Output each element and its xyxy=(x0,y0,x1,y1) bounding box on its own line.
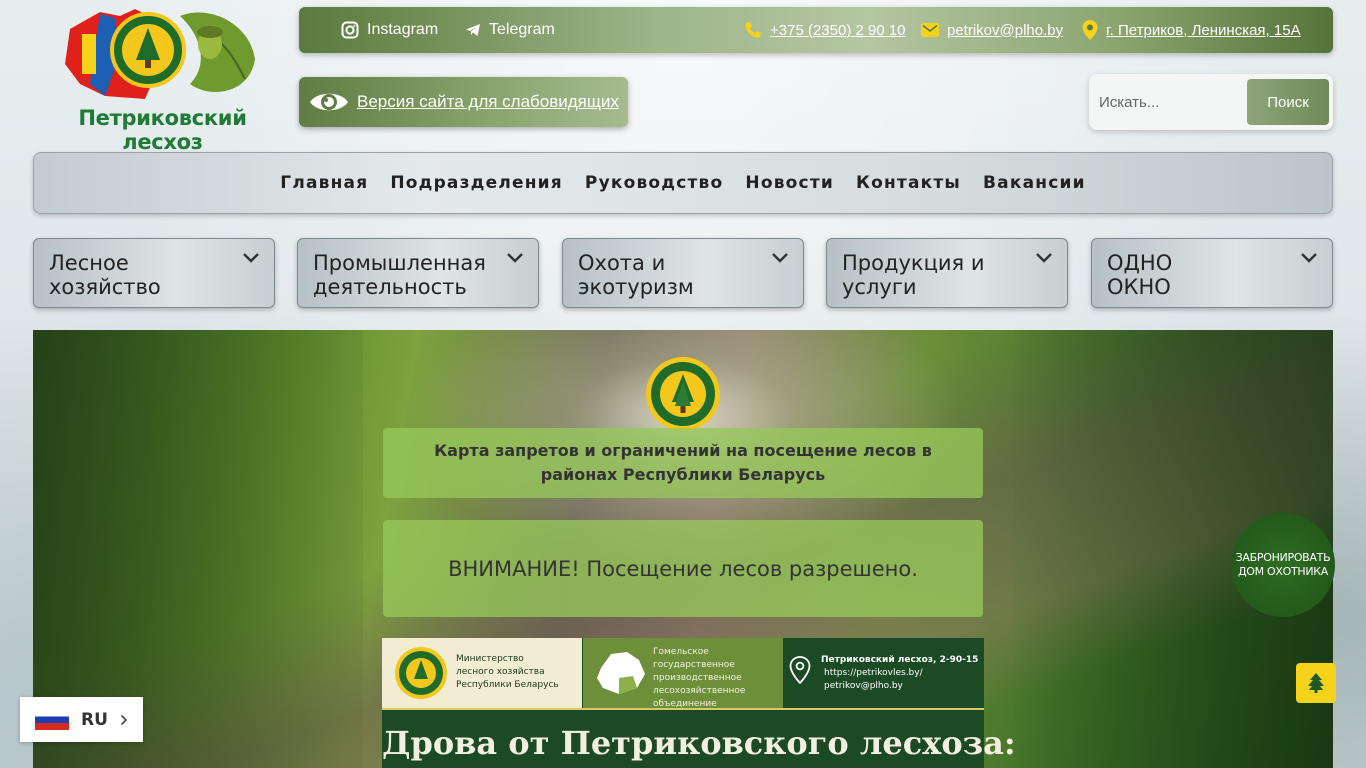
category-forestry[interactable]: Лесное хозяйство xyxy=(33,238,275,308)
scroll-to-top-button[interactable] xyxy=(1296,663,1336,703)
phone-link[interactable]: +375 (2350) 2 90 10 xyxy=(770,22,906,39)
low-vision-label: Версия сайта для слабовидящих xyxy=(357,92,619,111)
category-industry[interactable]: Промышленная деятельность xyxy=(297,238,539,308)
belarus-map-icon xyxy=(597,652,645,694)
banner-ministry-text: Министерство лесного хозяйства Республик… xyxy=(456,654,559,690)
russia-flag-icon xyxy=(35,709,69,730)
banner-header: Министерство лесного хозяйства Республик… xyxy=(382,638,984,710)
nav-item-contacts[interactable]: Контакты xyxy=(856,173,961,193)
mail-icon xyxy=(921,23,939,37)
hero-section: Карта запретов и ограничений на посещени… xyxy=(33,330,1333,768)
banner-association-block: Гомельское государственное производствен… xyxy=(583,638,783,709)
search-input[interactable] xyxy=(1099,88,1239,116)
phone-icon xyxy=(744,21,762,39)
email-link[interactable]: petrikov@plho.by xyxy=(947,22,1063,39)
category-label: Охота и экотуризм xyxy=(578,251,694,299)
nav-item-divisions[interactable]: Подразделения xyxy=(390,173,563,193)
category-hunting[interactable]: Охота и экотуризм xyxy=(562,238,804,308)
address-link[interactable]: г. Петриков, Ленинская, 15А xyxy=(1106,22,1301,39)
language-code: RU xyxy=(81,709,108,730)
chevron-down-icon xyxy=(771,251,789,269)
banner-divider xyxy=(382,708,984,710)
banner-contact-block: Петриковский лесхоз, 2-90-15 https://pet… xyxy=(784,638,984,708)
email-contact[interactable]: petrikov@plho.by xyxy=(921,7,1063,53)
site-name: Петриковский лесхоз xyxy=(78,106,247,154)
address-contact[interactable]: г. Петриков, Ленинская, 15А xyxy=(1082,7,1301,53)
banner-ministry-block: Министерство лесного хозяйства Республик… xyxy=(382,638,582,708)
book-hunter-house-button[interactable]: ЗАБРОНИРОВАТЬ ДОМ ОХОТНИКА xyxy=(1231,513,1335,617)
eye-icon xyxy=(309,88,349,116)
phone-contact[interactable]: +375 (2350) 2 90 10 xyxy=(744,7,906,53)
category-menu: Лесное хозяйство Промышленная деятельнос… xyxy=(33,238,1333,308)
search-button[interactable]: Поиск xyxy=(1247,79,1329,125)
instagram-icon xyxy=(341,21,359,39)
nav-item-news[interactable]: Новости xyxy=(745,173,834,193)
contact-bar: Instagram Telegram +375 (2350) 2 90 10 p… xyxy=(299,7,1333,53)
telegram-label: Telegram xyxy=(489,21,555,38)
instagram-link[interactable]: Instagram xyxy=(341,7,438,53)
nav-item-home[interactable]: Главная xyxy=(280,173,368,193)
logo-emblem xyxy=(65,9,255,99)
category-products[interactable]: Продукция и услуги xyxy=(826,238,1068,308)
site-logo[interactable]: Петриковский лесхоз xyxy=(40,4,285,154)
chevron-down-icon xyxy=(1300,251,1318,269)
nav-item-management[interactable]: Руководство xyxy=(585,173,724,193)
firewood-banner[interactable]: Министерство лесного хозяйства Республик… xyxy=(382,638,1016,768)
category-one-window[interactable]: ОДНО ОКНО xyxy=(1091,238,1333,308)
tree-icon xyxy=(1308,673,1324,693)
search-box: Поиск xyxy=(1089,74,1333,130)
chevron-down-icon xyxy=(242,251,260,269)
ministry-emblem-icon xyxy=(395,647,447,699)
chevron-right-icon xyxy=(120,714,128,725)
banner-title: Дрова от Петриковского лесхоза: xyxy=(382,724,1016,762)
banner-association-text: Гомельское государственное производствен… xyxy=(653,647,746,709)
forestry-emblem-icon xyxy=(646,357,720,431)
chevron-down-icon xyxy=(506,251,524,269)
category-label: Лесное хозяйство xyxy=(49,251,161,299)
banner-contact-site: https://petrikovles.by/ xyxy=(824,668,923,678)
language-switcher[interactable]: RU xyxy=(20,697,143,742)
chevron-down-icon xyxy=(1035,251,1053,269)
category-label: Промышленная деятельность xyxy=(313,251,486,299)
low-vision-button[interactable]: Версия сайта для слабовидящих xyxy=(299,77,628,127)
location-pin-icon xyxy=(789,656,811,684)
nav-item-vacancies[interactable]: Вакансии xyxy=(983,173,1086,193)
forest-restrictions-map-link[interactable]: Карта запретов и ограничений на посещени… xyxy=(383,428,983,498)
location-pin-icon xyxy=(1082,20,1098,40)
telegram-link[interactable]: Telegram xyxy=(465,7,555,53)
banner-contact-title: Петриковский лесхоз, 2-90-15 xyxy=(821,655,979,665)
category-label: ОДНО ОКНО xyxy=(1107,251,1173,299)
forest-visit-status: ВНИМАНИЕ! Посещение лесов разрешено. xyxy=(383,520,983,617)
main-navigation: Главная Подразделения Руководство Новост… xyxy=(33,152,1333,214)
banner-contact-email: petrikov@plho.by xyxy=(824,681,903,691)
instagram-label: Instagram xyxy=(367,21,439,38)
category-label: Продукция и услуги xyxy=(842,251,985,299)
telegram-icon xyxy=(465,23,481,37)
